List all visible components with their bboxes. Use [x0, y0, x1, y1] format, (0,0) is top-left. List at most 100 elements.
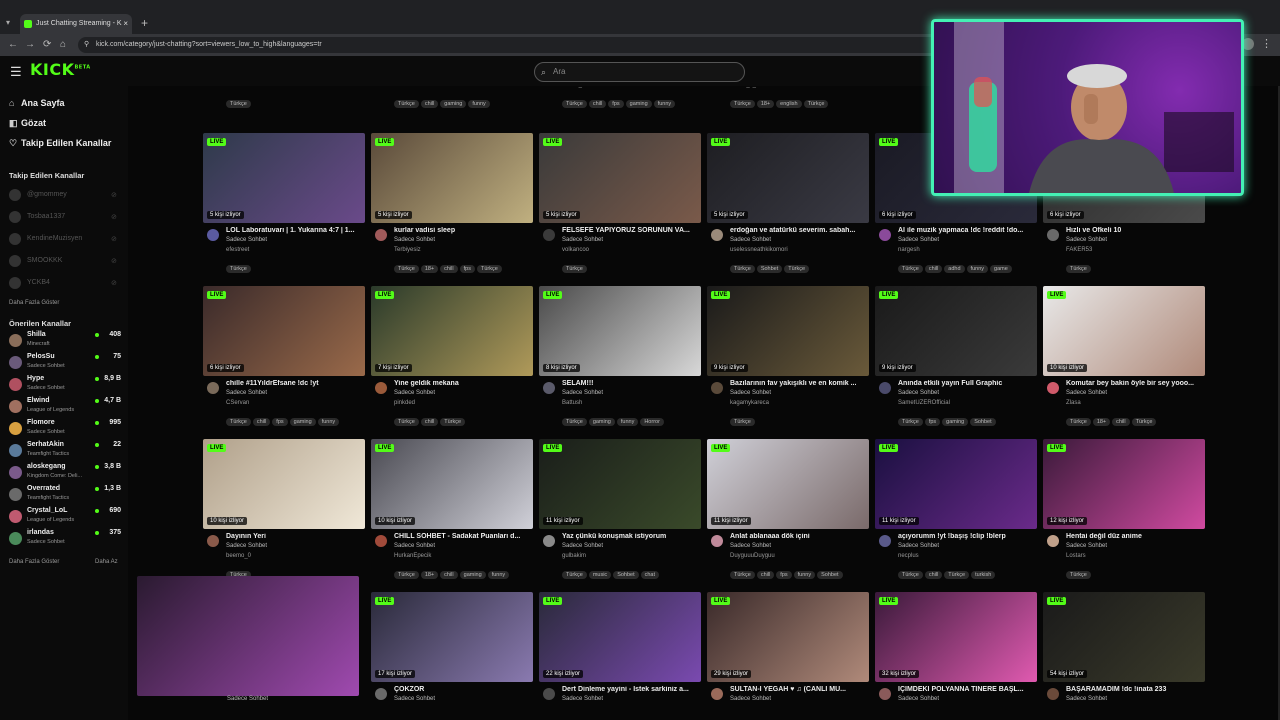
stream-title[interactable]: Bazılarının fav yakışıklı ve en komik ..…: [730, 380, 868, 387]
tag-chip[interactable]: Türkçe: [803, 100, 829, 108]
avatar[interactable]: [1047, 688, 1059, 700]
stream-username[interactable]: beemo_0: [226, 553, 251, 559]
sidebar-item-home[interactable]: ⌂ Ana Sayfa: [9, 98, 65, 108]
stream-card[interactable]: LIVE 5 kişi izliyor erdoğan ve atatürkü se…: [707, 133, 869, 273]
tag-chip[interactable]: Türkçe: [562, 100, 587, 108]
tag-chip[interactable]: chill: [420, 100, 439, 108]
tag-chip[interactable]: chill: [420, 418, 439, 426]
tag-chip[interactable]: Türkçe: [226, 265, 251, 273]
tag-chip[interactable]: Türkçe: [440, 418, 466, 426]
stream-category[interactable]: Sadece Sohbet: [226, 543, 267, 549]
avatar[interactable]: [711, 382, 723, 394]
stream-card[interactable]: LIVE 11 kişi izliyor Yaz çünkü konuşmak is…: [539, 439, 701, 579]
back-icon[interactable]: ←: [8, 39, 18, 50]
avatar[interactable]: [543, 535, 555, 547]
tag-chip[interactable]: Sohbet: [756, 265, 783, 273]
tag-chip[interactable]: fps: [924, 418, 941, 426]
tag-chip[interactable]: Türkçe: [562, 418, 587, 426]
stream-thumbnail[interactable]: LIVE 5 kişi izliyor: [371, 133, 533, 223]
stream-card[interactable]: LIVE 7 kişi izliyor Yine geldik mekana Sade…: [371, 286, 533, 426]
stream-title[interactable]: Hentai değil düz anime: [1066, 533, 1204, 540]
stream-thumbnail[interactable]: LIVE 8 kişi izliyor: [539, 286, 701, 376]
tag-chip[interactable]: funny: [468, 100, 490, 108]
stream-card[interactable]: LIVE 22 kişi izliyor Dert Dinleme yayini -…: [539, 592, 701, 720]
stream-username[interactable]: Battush: [562, 400, 582, 406]
tag-chip[interactable]: Türkçe: [898, 265, 923, 273]
tag-chip[interactable]: chill: [440, 265, 458, 273]
show-less-link[interactable]: Daha Az: [95, 559, 118, 565]
stream-category[interactable]: Sadece Sohbet: [562, 696, 603, 702]
tag-chip[interactable]: gaming: [942, 418, 969, 426]
stream-thumbnail[interactable]: LIVE 29 kişi izliyor: [707, 592, 869, 682]
stream-username[interactable]: necplus: [898, 553, 919, 559]
stream-card[interactable]: LIVE 11 kişi izliyor Anlat ablanaaa dök iç…: [707, 439, 869, 579]
stream-username[interactable]: babaa_vosa: [562, 86, 595, 88]
stream-username[interactable]: DuyguuuDuyguu: [730, 553, 775, 559]
recommended-channel[interactable]: SerhatAkin Teamfight Tactics 22: [9, 441, 121, 461]
avatar[interactable]: [1047, 229, 1059, 241]
tag-chip[interactable]: Sohbet: [817, 571, 843, 579]
avatar[interactable]: [207, 229, 219, 241]
avatar[interactable]: [711, 229, 723, 241]
tag-chip[interactable]: Sohbet: [613, 571, 639, 579]
recommended-channel[interactable]: Crystal_LoL League of Legends 690: [9, 507, 121, 527]
recommended-channel[interactable]: Hype Sadece Sohbet 8,9 B: [9, 375, 121, 395]
tag-chip[interactable]: Türkçe: [730, 265, 755, 273]
tag-chip[interactable]: gaming: [440, 100, 467, 108]
kick-logo[interactable]: KICKBETA: [30, 60, 91, 79]
stream-category[interactable]: Sadece Sohbet: [730, 543, 771, 549]
stream-username[interactable]: efestreet: [226, 247, 249, 253]
browser-menu-icon[interactable]: ⋮: [1261, 37, 1272, 50]
avatar[interactable]: [879, 688, 891, 700]
stream-title[interactable]: İÇİMDEKİ POLYANNA TİNERE BAŞL...: [898, 686, 1036, 693]
stream-card[interactable]: LIVE 10 kişi izliyor Dayının Yeri Sadece So…: [203, 439, 365, 579]
stream-thumbnail[interactable]: LIVE 12 kişi izliyor: [1043, 439, 1205, 529]
avatar[interactable]: [711, 688, 723, 700]
stream-thumbnail[interactable]: LIVE 10 kişi izliyor: [203, 439, 365, 529]
tag-chip[interactable]: chill: [756, 571, 775, 579]
tag-chip[interactable]: chill: [1112, 418, 1130, 426]
stream-card[interactable]: LIVE 9 kişi izliyor Bazılarının fav yakışı…: [707, 286, 869, 426]
stream-username[interactable]: FAKER53: [1066, 247, 1092, 253]
stream-title[interactable]: chille #11YıldrEfsane !dc !yt: [226, 380, 364, 387]
stream-title[interactable]: Yaz çünkü konuşmak istiyorum: [562, 533, 700, 540]
avatar[interactable]: [207, 382, 219, 394]
tag-chip[interactable]: Türkçe: [394, 418, 419, 426]
stream-title[interactable]: kurlar vadisi sleep: [394, 227, 532, 234]
stream-category[interactable]: Sadece Sohbet: [562, 390, 603, 396]
stream-category[interactable]: Sadece Sohbet: [1066, 696, 1107, 702]
stream-username[interactable]: Mhtrom: [226, 86, 246, 88]
recommended-channel[interactable]: Flomore Sadece Sohbet 995: [9, 419, 121, 439]
stream-card[interactable]: LIVE 11 kişi izliyor açıyorumm !yt !başış …: [875, 439, 1037, 579]
stream-title[interactable]: Anında etkili yayın Full Graphic: [898, 380, 1036, 387]
recommended-channel[interactable]: Shilla Minecraft 408: [9, 331, 121, 351]
stream-username[interactable]: gulbakim: [562, 553, 586, 559]
notifications-off-icon[interactable]: ⊘: [111, 279, 117, 287]
show-more-recommended-link[interactable]: Daha Fazla Göster: [9, 559, 59, 565]
recommended-channel[interactable]: aloskegang Kingdom Come: Deli... 3,8 B: [9, 463, 121, 483]
site-info-icon[interactable]: ⚲: [84, 37, 89, 53]
tag-chip[interactable]: Türkçe: [394, 265, 419, 273]
stream-thumbnail[interactable]: LIVE 5 kişi izliyor: [203, 133, 365, 223]
tag-chip[interactable]: chill: [924, 265, 943, 273]
stream-thumbnail[interactable]: LIVE 5 kişi izliyor: [539, 133, 701, 223]
stream-card[interactable]: LIVE 12 kişi izliyor Hentai değil düz anim…: [1043, 439, 1205, 579]
tab-dropdown-icon[interactable]: ▾: [6, 18, 10, 27]
avatar[interactable]: [543, 229, 555, 241]
stream-title[interactable]: Yine geldik mekana: [394, 380, 532, 387]
stream-username[interactable]: MsLM_x_83: [730, 86, 763, 88]
stream-thumbnail[interactable]: LIVE 11 kişi izliyor: [875, 439, 1037, 529]
stream-username[interactable]: MuTLuG: [898, 86, 921, 88]
tag-chip[interactable]: 18+: [420, 265, 439, 273]
stream-category[interactable]: Sadece Sohbet: [562, 237, 603, 243]
stream-category[interactable]: Sadece Sohbet: [394, 543, 435, 549]
stream-card[interactable]: LIVE 32 kişi izliyor İÇİMDEKİ POLYANNA TİN…: [875, 592, 1037, 720]
avatar[interactable]: [375, 382, 387, 394]
stream-username[interactable]: Terbiyesiz: [394, 247, 421, 253]
tag-chip[interactable]: chill: [924, 571, 943, 579]
tag-chip[interactable]: Türkçe: [226, 100, 251, 108]
stream-thumbnail[interactable]: LIVE 11 kişi izliyor: [539, 439, 701, 529]
reload-icon[interactable]: ⟳: [43, 39, 51, 50]
tag-chip[interactable]: funny: [317, 418, 340, 426]
stream-thumbnail[interactable]: LIVE 6 kişi izliyor: [203, 286, 365, 376]
